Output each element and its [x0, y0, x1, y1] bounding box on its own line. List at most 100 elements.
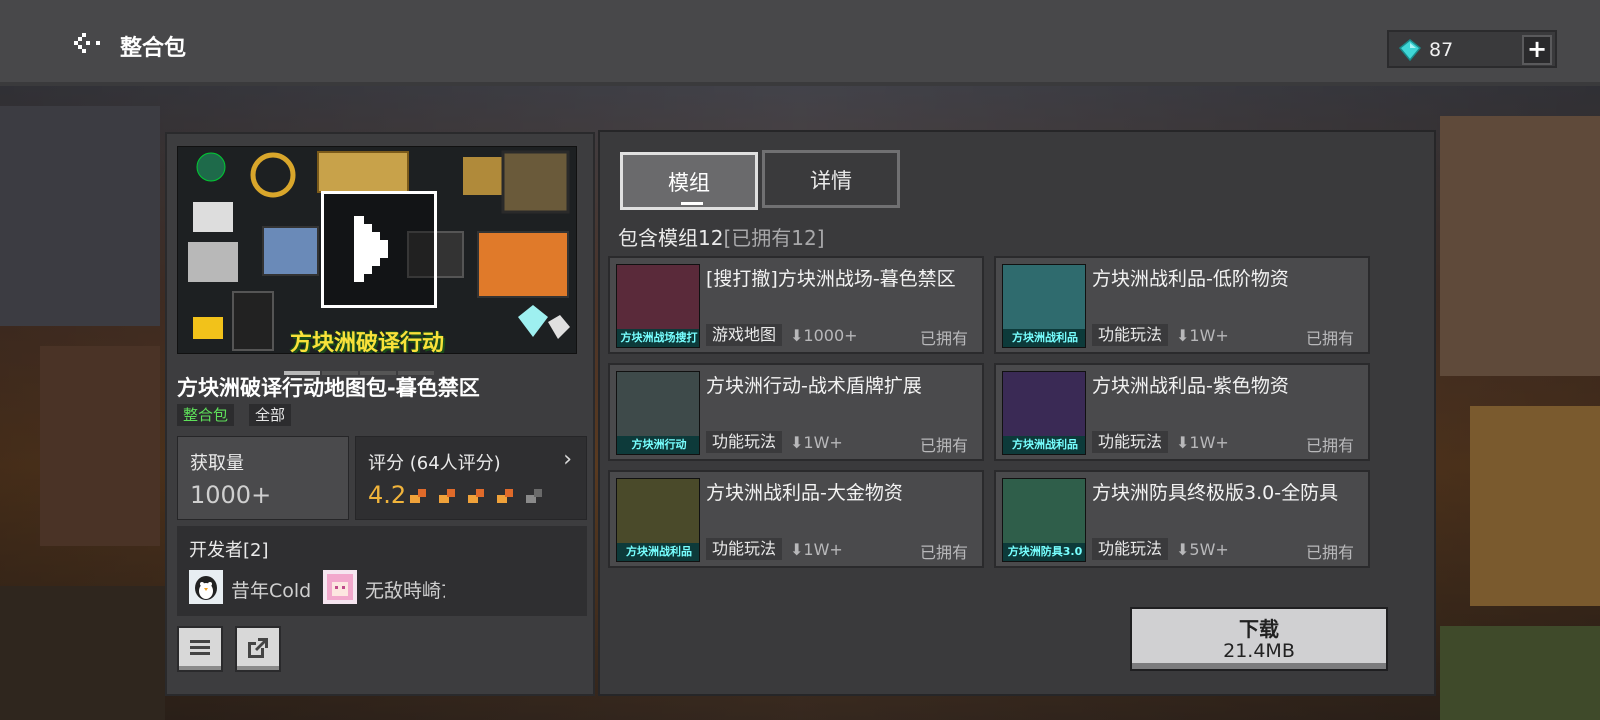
mod-title: 方块洲战利品-低阶物资 — [1092, 268, 1289, 290]
mod-title: 方块洲防具终极版3.0-全防具 — [1092, 482, 1339, 504]
mod-downloads-value: 1000+ — [803, 326, 858, 345]
rating-label: 评分 (64人评分) — [368, 453, 501, 474]
mod-status: 已拥有 — [1305, 543, 1354, 562]
mod-downloads: ⬇1W+ — [790, 433, 843, 452]
currency-amount: 87 — [1429, 39, 1454, 61]
download-arrow-icon: ⬇ — [1176, 326, 1190, 345]
mod-downloads: ⬇1000+ — [790, 326, 858, 345]
carousel-indicator — [284, 360, 444, 375]
mod-thumbnail: 方块洲战场搜打撤 — [616, 264, 700, 348]
filter-tag: 全部 — [249, 404, 292, 426]
download-arrow-icon: ⬇ — [1176, 540, 1190, 559]
mod-downloads-value: 1W+ — [803, 540, 843, 559]
mod-thumbnail: 方块洲战利品 — [1002, 371, 1086, 455]
drumstick-star-empty-icon — [524, 485, 546, 507]
share-external-icon — [248, 638, 268, 658]
download-arrow-icon: ⬇ — [790, 540, 804, 559]
developers-section: 开发者[2] 昔年Cold 无敌時崎ﾌ — [177, 526, 587, 616]
thumb-label: 方块洲战场搜打撤 — [617, 329, 699, 347]
thumb-label: 方块洲战利品 — [617, 543, 699, 561]
download-size: 21.4MB — [1223, 640, 1295, 662]
list-icon — [190, 640, 210, 655]
mod-card[interactable]: 方块洲防具3.0 方块洲防具终极版3.0-全防具 功能玩法 ⬇5W+ 已拥有 — [994, 470, 1370, 568]
play-icon — [354, 216, 388, 282]
mod-card[interactable]: 方块洲行动 方块洲行动-战术盾牌扩展 功能玩法 ⬇1W+ 已拥有 — [608, 363, 984, 461]
mod-downloads: ⬇5W+ — [1176, 540, 1229, 559]
tab-mods-label: 模组 — [668, 171, 710, 195]
thumb-label: 方块洲行动 — [617, 436, 699, 454]
mod-status: 已拥有 — [919, 329, 968, 348]
pink-hair-avatar — [323, 570, 357, 604]
chevron-right-icon: › — [563, 447, 572, 472]
thumb-label: 方块洲防具3.0 — [1003, 543, 1085, 561]
mod-card[interactable]: 方块洲战利品 方块洲战利品-大金物资 功能玩法 ⬇1W+ 已拥有 — [608, 470, 984, 568]
mod-title: 方块洲战利品-紫色物资 — [1092, 375, 1289, 397]
rating-value: 4.2 — [368, 481, 407, 509]
diamond-icon — [1399, 39, 1421, 61]
banner-caption: 方块洲破译行动 — [290, 331, 445, 354]
developer-item[interactable]: 昔年Cold — [189, 570, 329, 604]
top-bar: 整合包 87 + — [0, 0, 1600, 86]
pack-title: 方块洲破译行动地图包-暮色禁区 — [177, 376, 480, 400]
thumb-label: 方块洲战利品 — [1003, 436, 1085, 454]
mod-card[interactable]: 方块洲战利品 方块洲战利品-紫色物资 功能玩法 ⬇1W+ 已拥有 — [994, 363, 1370, 461]
pack-info-panel: 方块洲破译行动 方块洲破译行动地图包-暮色禁区 整合包 全部 获取量 1000+… — [165, 132, 595, 696]
download-arrow-icon: ⬇ — [790, 326, 804, 345]
mod-tag: 功能玩法 — [1092, 431, 1169, 453]
drumstick-star-icon — [466, 485, 488, 507]
rating-stat[interactable]: 评分 (64人评分) › 4.2 — [355, 436, 587, 520]
download-button[interactable]: 下载 21.4MB — [1130, 607, 1388, 671]
mod-downloads: ⬇1W+ — [790, 540, 843, 559]
download-arrow-icon: ⬇ — [1176, 433, 1190, 452]
pack-banner[interactable]: 方块洲破译行动 — [177, 146, 577, 354]
mod-tag: 功能玩法 — [706, 431, 783, 453]
drumstick-star-icon — [495, 485, 517, 507]
mod-thumbnail: 方块洲防具3.0 — [1002, 478, 1086, 562]
mod-thumbnail: 方块洲战利品 — [616, 478, 700, 562]
tab-details[interactable]: 详情 — [762, 150, 900, 208]
share-button[interactable] — [235, 626, 281, 672]
download-label: 下载 — [1239, 617, 1279, 641]
page-title: 整合包 — [120, 36, 187, 61]
developer-item[interactable]: 无敌時崎ﾌ — [323, 570, 445, 604]
mods-panel: 模组 详情 包含模组12[已拥有12] 方块洲战场搜打撤 [搜打撤]方块洲战场-… — [598, 130, 1436, 696]
tab-mods[interactable]: 模组 — [620, 152, 758, 210]
add-currency-button[interactable]: + — [1522, 35, 1552, 65]
play-video-button[interactable] — [321, 191, 437, 308]
thumb-label: 方块洲战利品 — [1003, 329, 1085, 347]
developers-label: 开发者[2] — [189, 540, 269, 561]
developer-name: 昔年Cold — [231, 580, 312, 602]
developer-name: 无敌時崎ﾌ — [365, 580, 445, 602]
mods-owned-count: [已拥有12] — [723, 226, 825, 250]
rating-stars — [408, 485, 548, 507]
mod-tag: 功能玩法 — [1092, 538, 1169, 560]
currency-display: 87 + — [1387, 30, 1557, 68]
mod-downloads-value: 1W+ — [1189, 433, 1229, 452]
mod-downloads: ⬇1W+ — [1176, 326, 1229, 345]
mod-thumbnail: 方块洲战利品 — [1002, 264, 1086, 348]
mod-thumbnail: 方块洲行动 — [616, 371, 700, 455]
mod-downloads-value: 1W+ — [1189, 326, 1229, 345]
mods-count: 包含模组12 — [618, 226, 724, 250]
mod-status: 已拥有 — [919, 436, 968, 455]
drumstick-star-icon — [408, 485, 430, 507]
downloads-label: 获取量 — [190, 453, 244, 474]
mod-status: 已拥有 — [1305, 436, 1354, 455]
mod-downloads: ⬇1W+ — [1176, 433, 1229, 452]
mod-tag: 功能玩法 — [1092, 324, 1169, 346]
list-button[interactable] — [177, 626, 223, 672]
back-arrow-icon[interactable] — [74, 33, 106, 53]
mod-card[interactable]: 方块洲战场搜打撤 [搜打撤]方块洲战场-暮色禁区 游戏地图 ⬇1000+ 已拥有 — [608, 256, 984, 354]
mod-title: 方块洲行动-战术盾牌扩展 — [706, 375, 922, 397]
mod-tag: 游戏地图 — [706, 324, 783, 346]
mod-status: 已拥有 — [919, 543, 968, 562]
downloads-stat: 获取量 1000+ — [177, 436, 349, 520]
mod-card[interactable]: 方块洲战利品 方块洲战利品-低阶物资 功能玩法 ⬇1W+ 已拥有 — [994, 256, 1370, 354]
mod-title: [搜打撤]方块洲战场-暮色禁区 — [706, 268, 956, 290]
mod-status: 已拥有 — [1305, 329, 1354, 348]
download-arrow-icon: ⬇ — [790, 433, 804, 452]
mod-title: 方块洲战利品-大金物资 — [706, 482, 903, 504]
mod-tag: 功能玩法 — [706, 538, 783, 560]
penguin-avatar — [189, 570, 223, 604]
mod-downloads-value: 1W+ — [803, 433, 843, 452]
